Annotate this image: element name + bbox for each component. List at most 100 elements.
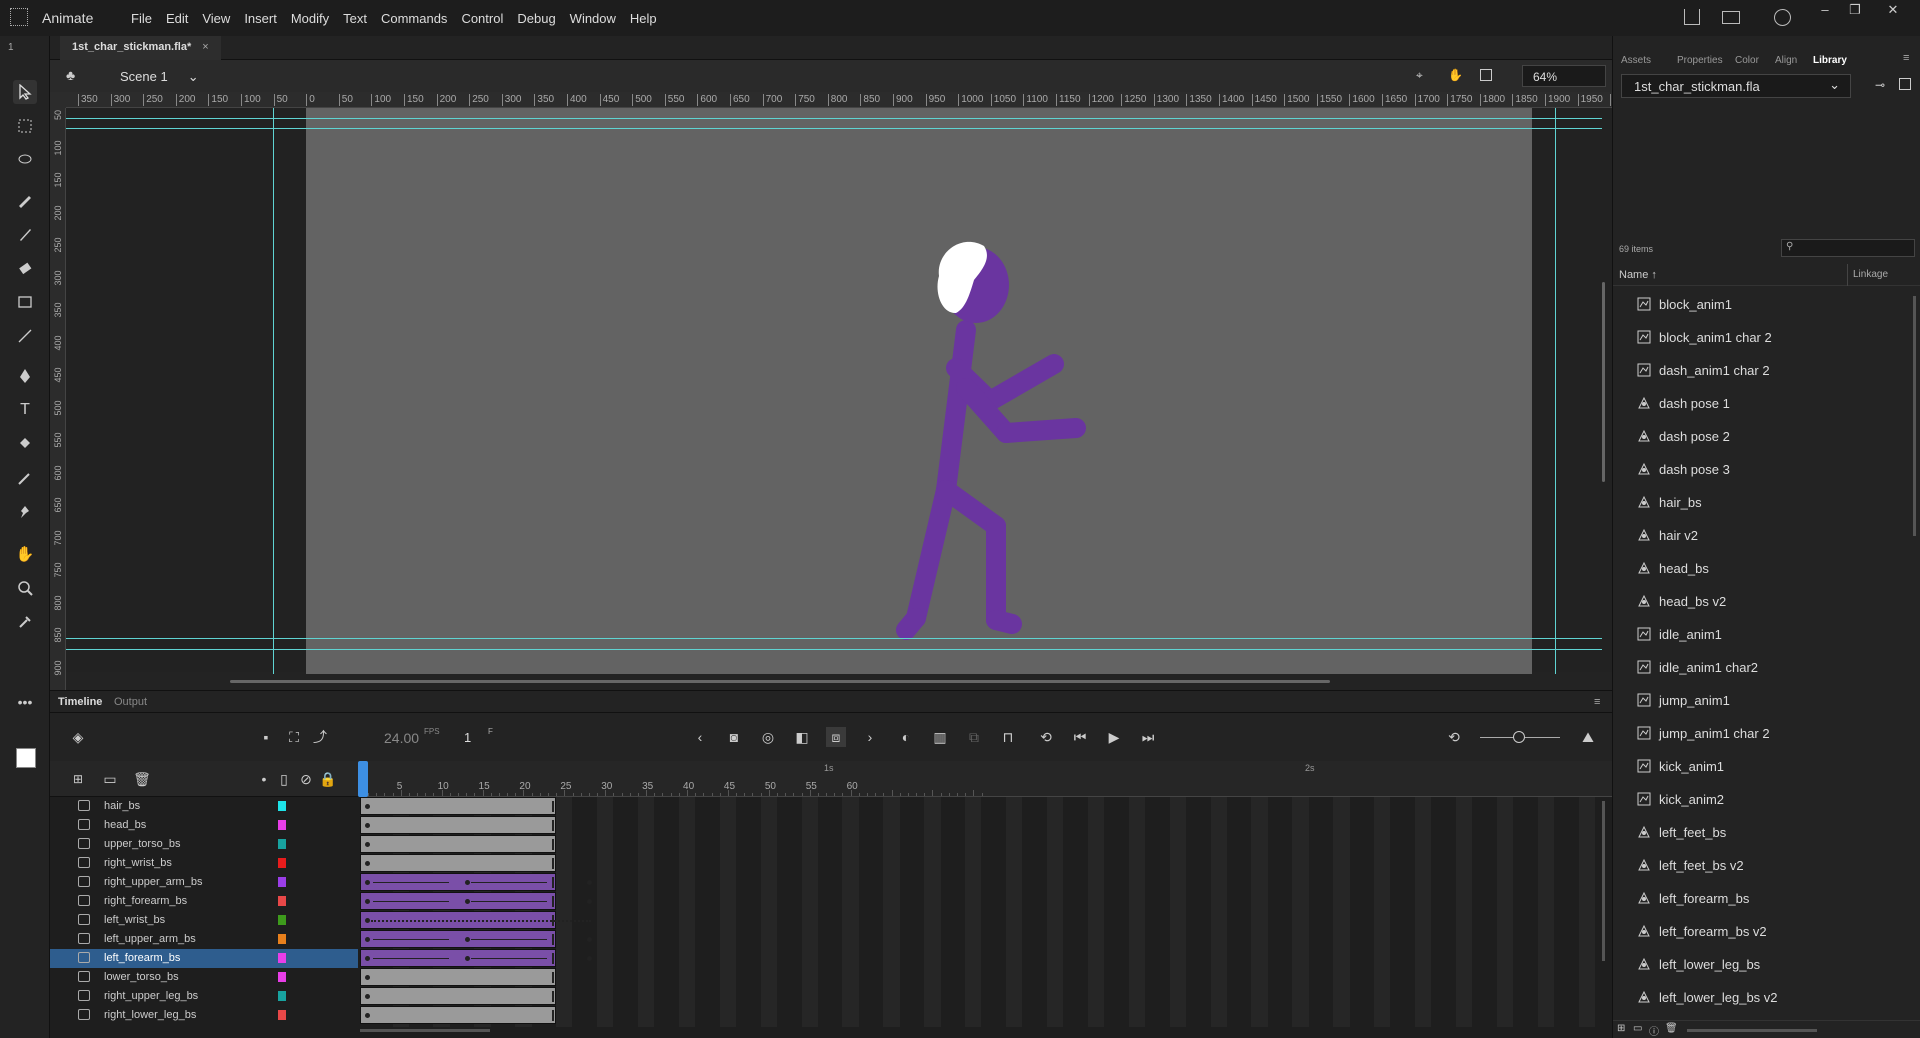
library-item[interactable]: hair_bs: [1613, 486, 1909, 519]
hand-icon[interactable]: ✋: [13, 542, 37, 566]
library-search-input[interactable]: ⚲: [1781, 239, 1915, 257]
guide-line-left[interactable]: [273, 108, 274, 674]
outline-icon[interactable]: ▯: [274, 769, 294, 789]
parent-view-icon[interactable]: ⛶: [284, 727, 304, 747]
panel-menu-icon[interactable]: ≡: [1594, 696, 1600, 708]
line-icon[interactable]: [13, 324, 37, 348]
keyframe-dot[interactable]: [465, 880, 470, 885]
library-item[interactable]: dash pose 3: [1613, 453, 1909, 486]
keyframe-dot[interactable]: [365, 1013, 370, 1018]
playhead[interactable]: [358, 761, 368, 797]
library-item[interactable]: dash pose 2: [1613, 420, 1909, 453]
keyframe-dot[interactable]: [365, 823, 370, 828]
menu-file[interactable]: File: [124, 11, 159, 26]
camera-tool-icon[interactable]: [13, 610, 37, 634]
frame-span[interactable]: [360, 1006, 557, 1024]
keyframe-dot[interactable]: [465, 937, 470, 942]
menu-control[interactable]: Control: [454, 11, 510, 26]
keyframe-dot[interactable]: [365, 956, 370, 961]
library-item[interactable]: left_feet_bs v2: [1613, 849, 1909, 882]
menu-help[interactable]: Help: [623, 11, 664, 26]
fps-value[interactable]: 24.00: [384, 730, 419, 746]
paint-bucket-icon[interactable]: [13, 432, 37, 456]
guide-line-right[interactable]: [1555, 108, 1556, 674]
collapse-icon[interactable]: 1: [8, 42, 14, 53]
layer-row[interactable]: right_upper_arm_bs: [50, 873, 358, 892]
menu-debug[interactable]: Debug: [510, 11, 562, 26]
frame-span[interactable]: [360, 816, 557, 834]
keyframe-dot[interactable]: [465, 899, 470, 904]
keyframe-dot[interactable]: [365, 861, 370, 866]
layer-row[interactable]: right_lower_leg_bs: [50, 1006, 358, 1025]
layer-color-swatch[interactable]: [278, 896, 286, 906]
library-item[interactable]: left_feet_bs: [1613, 816, 1909, 849]
layer-color-swatch[interactable]: [278, 953, 286, 963]
clip-content-icon[interactable]: [1480, 69, 1492, 81]
layer-row[interactable]: left_wrist_bs: [50, 911, 358, 930]
vertical-scrollbar[interactable]: [1602, 282, 1605, 482]
library-item[interactable]: head_bs: [1613, 552, 1909, 585]
frame-span[interactable]: [360, 835, 557, 853]
layer-row[interactable]: hair_bs: [50, 797, 358, 816]
sync-icon[interactable]: ⧉: [964, 727, 984, 747]
tab-assets[interactable]: Assets: [1621, 55, 1651, 66]
frame-size-icon[interactable]: ⛰: [1578, 727, 1598, 747]
lasso-icon[interactable]: [13, 148, 37, 172]
library-item[interactable]: jump_anim1: [1613, 684, 1909, 717]
guide-line-bottom-2[interactable]: [66, 649, 1602, 650]
zoom-field[interactable]: 64%⌄: [1522, 65, 1621, 87]
library-item[interactable]: kick_anim2: [1613, 783, 1909, 816]
slider-handle[interactable]: [1513, 731, 1525, 743]
pen-icon[interactable]: [13, 364, 37, 388]
layers-icon[interactable]: ◈: [68, 727, 88, 747]
library-item[interactable]: left_lower_leg_bs v2: [1613, 981, 1909, 1014]
insert-blank-keyframe-icon[interactable]: ◎: [758, 727, 778, 747]
library-item[interactable]: kick_anim1: [1613, 750, 1909, 783]
layer-row[interactable]: right_forearm_bs: [50, 892, 358, 911]
camera-icon[interactable]: ▪: [256, 727, 276, 747]
tab-color[interactable]: Color: [1735, 55, 1759, 66]
graph-icon[interactable]: ⤴: [310, 727, 330, 747]
menu-commands[interactable]: Commands: [374, 11, 454, 26]
onion-skin-icon[interactable]: ◐: [896, 727, 916, 747]
rectangle-icon[interactable]: [13, 290, 37, 314]
close-tab-icon[interactable]: ×: [202, 41, 208, 53]
keyframe-dot[interactable]: [365, 918, 370, 923]
layer-row[interactable]: left_upper_arm_bs: [50, 930, 358, 949]
new-symbol-icon[interactable]: ⊞: [1617, 1023, 1625, 1034]
keyframe-dot[interactable]: [365, 804, 370, 809]
frame-span[interactable]: [360, 911, 591, 929]
fit-timeline-icon[interactable]: ⟲: [1444, 727, 1464, 747]
text-icon[interactable]: T: [13, 398, 37, 422]
library-item[interactable]: dash pose 1: [1613, 387, 1909, 420]
more-tools-icon[interactable]: •••: [13, 690, 37, 714]
layer-row[interactable]: lower_torso_bs: [50, 968, 358, 987]
highlight-icon[interactable]: •: [254, 769, 274, 789]
layer-color-swatch[interactable]: [278, 991, 286, 1001]
keyframe-dot[interactable]: [587, 899, 592, 904]
panel-layout-icon[interactable]: [1722, 11, 1740, 24]
tab-properties[interactable]: Properties: [1677, 55, 1723, 66]
guide-line-top[interactable]: [66, 118, 1602, 119]
eraser-icon[interactable]: [13, 256, 37, 280]
keyframe-dot[interactable]: [365, 975, 370, 980]
library-item[interactable]: head_bs v2: [1613, 585, 1909, 618]
library-item[interactable]: left_forearm_bs v2: [1613, 915, 1909, 948]
tab-library[interactable]: Library: [1813, 55, 1847, 66]
loop-icon[interactable]: ⟲: [1036, 727, 1056, 747]
library-scrollbar[interactable]: [1913, 296, 1916, 536]
edit-multiple-frames-icon[interactable]: ▥: [930, 727, 950, 747]
share-icon[interactable]: [1684, 9, 1700, 25]
close-button[interactable]: ✕: [1878, 0, 1908, 20]
library-item[interactable]: idle_anim1 char2: [1613, 651, 1909, 684]
layer-row[interactable]: right_wrist_bs: [50, 854, 358, 873]
layer-row[interactable]: left_forearm_bs: [50, 949, 358, 968]
layer-row[interactable]: upper_torso_bs: [50, 835, 358, 854]
library-item[interactable]: hair v2: [1613, 519, 1909, 552]
pin-icon[interactable]: [13, 500, 37, 524]
scene-icon[interactable]: ♣: [66, 67, 75, 83]
keyframe-dot[interactable]: [365, 994, 370, 999]
stroke-color-swatch[interactable]: [16, 748, 36, 768]
column-linkage[interactable]: Linkage: [1853, 269, 1888, 280]
tab-output[interactable]: Output: [114, 696, 147, 708]
